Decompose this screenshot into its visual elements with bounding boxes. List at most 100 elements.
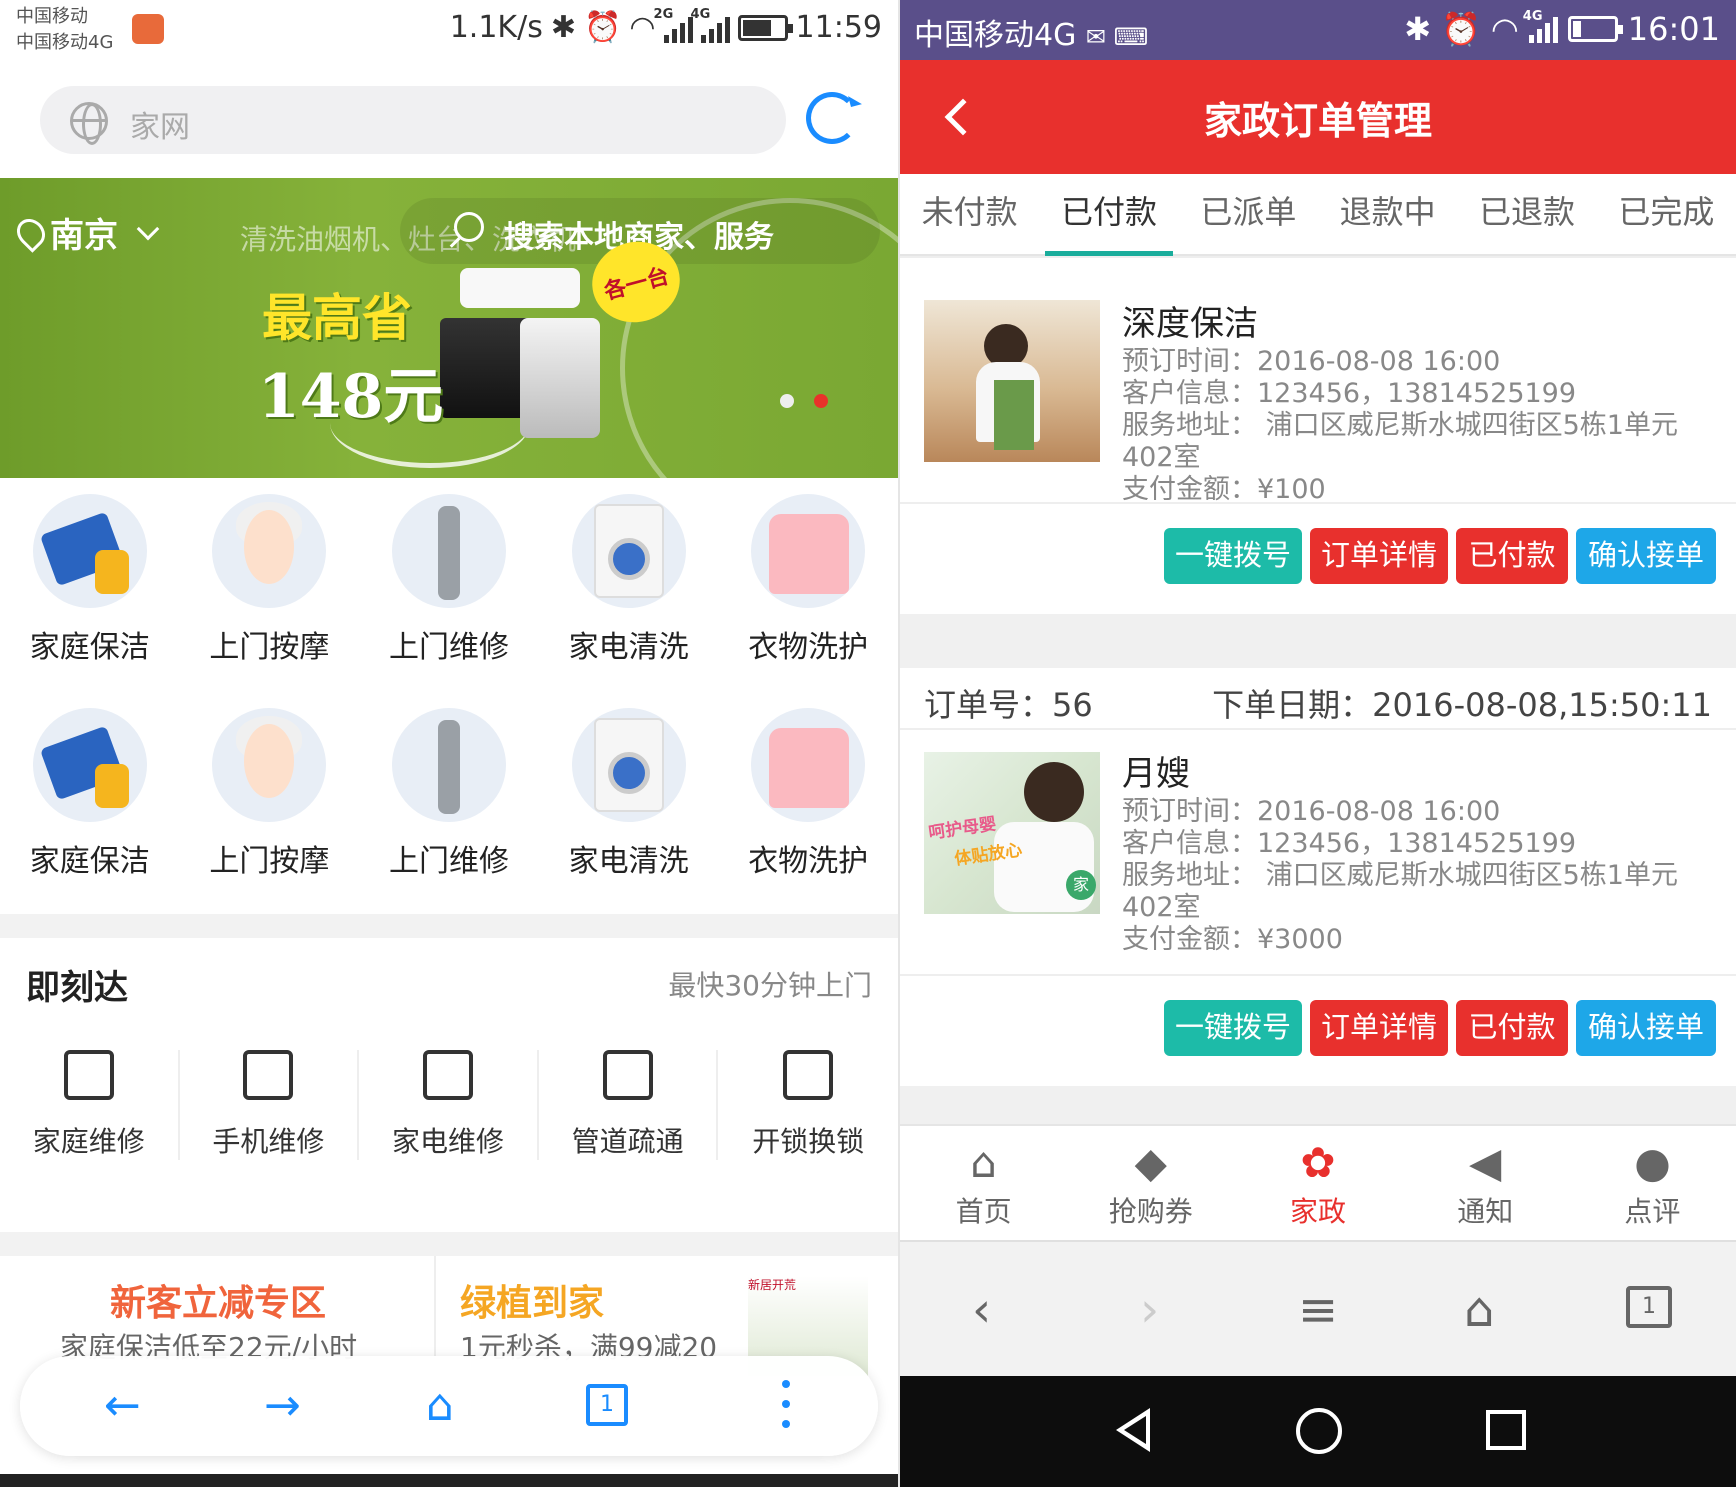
paid-button[interactable]: 已付款 (1456, 1000, 1568, 1056)
status-icons: ✱ ⏰ ◠ 4G 16:01 (1404, 9, 1720, 48)
more-menu-icon[interactable] (782, 1380, 790, 1430)
status-bar: 中国移动 中国移动4G 1.1K/s ✱ ⏰ ◠ 2G 4G 11:59 (0, 0, 898, 64)
nav-item[interactable]: ✿ 家政 (1234, 1126, 1401, 1240)
booking-time: 预订时间：2016-08-08 16:00 (1122, 346, 1501, 377)
payment-amount: 支付金额：¥3000 (1122, 924, 1343, 955)
nav-item[interactable]: ◀ 通知 (1402, 1126, 1569, 1240)
refresh-icon[interactable] (806, 92, 858, 144)
washing-machine-image (520, 318, 600, 438)
system-back-icon[interactable] (1116, 1408, 1150, 1452)
nav-label: 点评 (1624, 1195, 1681, 1228)
category-label: 家庭保洁 (29, 844, 150, 879)
bluetooth-icon: ✱ (1404, 10, 1432, 48)
url-search-bar[interactable]: 家网 (40, 86, 786, 154)
page-title: 家政订单管理 (1203, 99, 1432, 143)
nav-item[interactable]: ⌂ 首页 (900, 1126, 1067, 1240)
system-home-icon[interactable] (1296, 1408, 1342, 1454)
promo-image-text: 新居开荒 (748, 1278, 797, 1292)
call-button[interactable]: 一键拨号 (1164, 1000, 1302, 1056)
carousel-dot (780, 394, 794, 408)
tab-order-status[interactable]: 已付款 (1039, 174, 1178, 256)
home-icon[interactable]: ⌂ (426, 1384, 454, 1428)
category-item[interactable]: 衣物洗护 (718, 708, 898, 914)
carrier-info: 中国移动 中国移动4G (16, 4, 113, 56)
category-item[interactable]: 上门维修 (359, 708, 539, 914)
quick-service-item[interactable]: 家电维修 (359, 1050, 539, 1160)
city-selector[interactable]: 南京 (11, 208, 160, 257)
forward-chevron-icon[interactable]: › (1140, 1286, 1159, 1334)
speaker-icon: ◀ (1469, 1138, 1502, 1187)
service-name: 深度保洁 (1122, 304, 1258, 344)
back-arrow-icon[interactable]: ← (104, 1384, 141, 1428)
category-item[interactable]: 家庭保洁 (0, 708, 180, 914)
service-category-grid: 家庭保洁 上门按摩 上门维修 家电清洗 衣物洗护 家庭保洁 上门按摩 上门维修 家电清洗 衣物洗护 (0, 494, 898, 914)
menu-icon[interactable]: ≡ (1298, 1286, 1338, 1334)
nav-item[interactable]: ● 点评 (1569, 1126, 1736, 1240)
image-caption: 呵护母婴 (927, 814, 998, 844)
tab-order-status[interactable]: 已完成 (1597, 174, 1736, 254)
customer-info: 客户信息：123456，13814525199 (1122, 378, 1577, 409)
order-body[interactable]: 呵护母婴 体贴放心 家 月嫂 预订时间：2016-08-08 16:00 客户信… (900, 730, 1736, 976)
category-label: 上门维修 (388, 630, 509, 665)
carrier-name: 中国移动4G (914, 18, 1077, 53)
promo-banner[interactable]: 南京 清洗油烟机、灶台、洗衣机 搜索本地商家、服务 最高省 148元 各一台 (0, 178, 898, 478)
category-item[interactable]: 家电清洗 (539, 708, 719, 914)
order-body[interactable]: 深度保洁 预订时间：2016-08-08 16:00 客户信息：123456，1… (900, 258, 1736, 505)
quick-service-item[interactable]: 家庭维修 (0, 1050, 180, 1160)
tabs-count-icon[interactable]: 1 (586, 1384, 628, 1426)
back-chevron-icon[interactable]: ‹ (972, 1286, 991, 1334)
quick-service-item[interactable]: 手机维修 (180, 1050, 360, 1160)
tab-order-status[interactable]: 已派单 (1179, 174, 1318, 254)
category-item[interactable]: 上门维修 (359, 494, 539, 708)
payment-amount: 支付金额：¥100 (1122, 474, 1326, 505)
section-divider (0, 1232, 898, 1256)
call-button[interactable]: 一键拨号 (1164, 528, 1302, 584)
section-subtitle: 最快30分钟上门 (668, 969, 872, 1002)
accept-order-button[interactable]: 确认接单 (1576, 1000, 1716, 1056)
promo-title: 绿植到家 (460, 1283, 605, 1324)
forward-arrow-icon[interactable]: → (264, 1384, 301, 1428)
order-detail-button[interactable]: 订单详情 (1310, 528, 1448, 584)
quick-service-label: 管道疏通 (571, 1125, 684, 1158)
tab-order-status[interactable]: 已退款 (1457, 174, 1596, 254)
app-header: 家政订单管理 (900, 60, 1736, 174)
tab-order-status[interactable]: 未付款 (900, 174, 1039, 254)
service-image: 呵护母婴 体贴放心 家 (924, 752, 1100, 914)
quick-service-item[interactable]: 开锁换锁 (718, 1050, 898, 1160)
nav-item[interactable]: ◆ 抢购券 (1067, 1126, 1234, 1240)
order-card: 深度保洁 预订时间：2016-08-08 16:00 客户信息：123456，1… (900, 256, 1736, 614)
search-placeholder: 家网 (130, 110, 190, 145)
shirt-icon (751, 494, 866, 608)
tabs-count-icon[interactable]: 1 (1626, 1286, 1672, 1328)
quick-service-item[interactable]: 管道疏通 (539, 1050, 719, 1160)
bottom-edge (0, 1474, 898, 1487)
paid-button[interactable]: 已付款 (1456, 528, 1568, 584)
service-address: 服务地址： 浦口区威尼斯水城四街区5栋1单元402室 (1122, 410, 1678, 473)
category-item[interactable]: 上门按摩 (180, 494, 360, 708)
status-icons: 1.1K/s ✱ ⏰ ◠ 2G 4G 11:59 (450, 7, 882, 46)
massage-face-icon (212, 494, 327, 608)
browser-toolbar: ← → ⌂ 1 (20, 1356, 878, 1456)
wifi-icon: ◠ (1490, 10, 1519, 48)
home-icon[interactable]: ⌂ (1464, 1286, 1494, 1334)
carousel-dots (780, 394, 828, 408)
search-icon (454, 212, 484, 242)
section-divider (0, 914, 898, 938)
order-detail-button[interactable]: 订单详情 (1310, 1000, 1448, 1056)
air-conditioner-image (460, 268, 580, 308)
browser-toolbar: ‹ › ≡ ⌂ 1 (900, 1240, 1736, 1376)
phone-icon (243, 1050, 294, 1100)
home-icon: ⌂ (970, 1138, 997, 1187)
category-item[interactable]: 家庭保洁 (0, 494, 180, 708)
cleaning-cloth-icon (32, 494, 147, 608)
quick-service-label: 手机维修 (212, 1125, 325, 1158)
system-recent-apps-icon[interactable] (1486, 1410, 1526, 1450)
quick-service-label: 家庭维修 (32, 1125, 145, 1158)
category-item[interactable]: 上门按摩 (180, 708, 360, 914)
category-item[interactable]: 衣物洗护 (718, 494, 898, 708)
accept-order-button[interactable]: 确认接单 (1576, 528, 1716, 584)
category-item[interactable]: 家电清洗 (539, 494, 719, 708)
tab-order-status[interactable]: 退款中 (1318, 174, 1457, 254)
house-repair-icon (63, 1050, 114, 1100)
city-name: 南京 (50, 216, 118, 256)
